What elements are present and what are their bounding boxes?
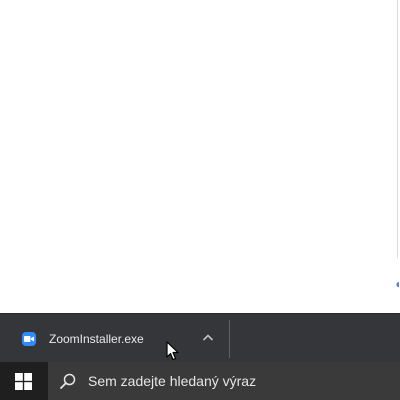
browser-content-area: ◖	[0, 0, 400, 313]
search-placeholder[interactable]: Sem zadejte hledaný výraz	[88, 372, 256, 390]
content-divider	[397, 0, 398, 258]
chevron-up-icon[interactable]	[200, 330, 216, 346]
download-item[interactable]: ZoomInstaller.exe	[6, 320, 230, 358]
taskbar-search-box[interactable]: Sem zadejte hledaný výraz	[48, 362, 400, 400]
windows-taskbar: Sem zadejte hledaný výraz	[0, 362, 400, 400]
zoom-app-icon	[22, 332, 36, 346]
start-button[interactable]	[0, 362, 48, 400]
download-filename[interactable]: ZoomInstaller.exe	[49, 331, 144, 347]
mouse-cursor-icon	[166, 341, 180, 361]
partial-edge-icon: ◖	[394, 277, 400, 291]
windows-logo-icon	[15, 373, 32, 390]
search-icon	[59, 372, 77, 390]
download-shelf: ZoomInstaller.exe	[0, 313, 400, 362]
